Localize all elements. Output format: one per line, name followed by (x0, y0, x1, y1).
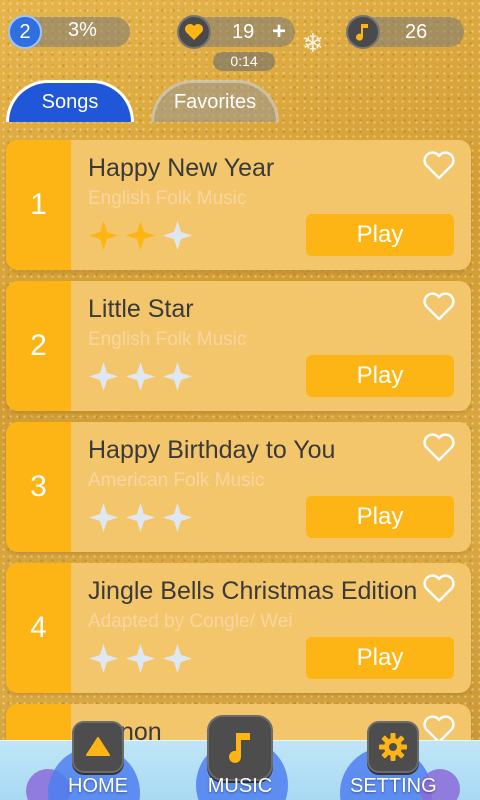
song-number: 4 (6, 563, 71, 693)
song-title: Little Star (88, 295, 194, 323)
star-icon (126, 362, 155, 391)
bottom-nav: HOME MUSIC SETTING (0, 715, 480, 800)
song-card: 3 Happy Birthday to You American Folk Mu… (6, 422, 471, 552)
song-card: 2 Little Star English Folk Music Play (6, 281, 471, 411)
heart-icon (177, 15, 211, 49)
favorite-heart-icon[interactable] (422, 291, 456, 321)
music-note-icon (346, 15, 380, 49)
star-icon (89, 362, 118, 391)
up-arrow-icon (72, 721, 124, 773)
lives-timer: 0:14 (213, 52, 275, 71)
song-number: 1 (6, 140, 71, 270)
star-icon (163, 503, 192, 532)
favorite-heart-icon[interactable] (422, 432, 456, 462)
tab-favorites[interactable]: Favorites (151, 80, 279, 122)
notes-count: 26 (405, 21, 428, 43)
star-icon (126, 503, 155, 532)
play-button[interactable]: Play (306, 214, 454, 256)
nav-home-button[interactable]: HOME (68, 721, 128, 798)
nav-music-button[interactable]: MUSIC (207, 715, 273, 798)
add-lives-button[interactable]: + (272, 18, 286, 46)
song-rating (88, 220, 193, 251)
gear-icon (367, 721, 420, 773)
play-button[interactable]: Play (306, 355, 454, 397)
star-icon (89, 644, 118, 673)
song-number: 2 (6, 281, 71, 411)
star-icon (89, 503, 118, 532)
song-rating (88, 502, 193, 533)
nav-setting-button[interactable]: SETTING (350, 721, 437, 798)
song-artist: American Folk Music (88, 470, 265, 491)
song-rating (88, 361, 193, 392)
favorite-heart-icon[interactable] (422, 573, 456, 603)
level-number: 2 (19, 20, 31, 43)
song-title: Jingle Bells Christmas Edition (88, 577, 418, 605)
nav-setting-label: SETTING (350, 775, 437, 797)
snowflake-icon: ❄ (302, 28, 324, 58)
tab-songs-label: Songs (41, 91, 99, 113)
song-artist: Adapted by Congle/ Wei (88, 611, 293, 632)
star-icon (126, 221, 155, 250)
music-note-icon (207, 715, 273, 781)
song-list[interactable]: 1 Happy New Year English Folk Music Play… (0, 140, 480, 800)
song-title: Happy Birthday to You (88, 436, 336, 464)
nav-home-label: HOME (68, 775, 128, 797)
star-icon (126, 644, 155, 673)
play-button[interactable]: Play (306, 496, 454, 538)
tab-songs[interactable]: Songs (6, 80, 134, 122)
nav-music-label: MUSIC (207, 775, 273, 797)
tab-favorites-label: Favorites (173, 91, 257, 113)
song-number: 3 (6, 422, 71, 552)
favorite-heart-icon[interactable] (422, 150, 456, 180)
song-rating (88, 643, 193, 674)
song-artist: English Folk Music (88, 329, 247, 350)
star-icon (89, 221, 118, 250)
song-title: Happy New Year (88, 154, 275, 182)
lives-count: 19 (232, 21, 255, 43)
status-bar: 2 3% 19 + 0:14 26 ❄ (0, 0, 480, 80)
song-card: 1 Happy New Year English Folk Music Play (6, 140, 471, 270)
level-progress: 3% (68, 19, 97, 41)
song-artist: English Folk Music (88, 188, 247, 209)
star-icon (163, 644, 192, 673)
star-icon (163, 362, 192, 391)
level-badge: 2 (8, 15, 42, 49)
star-icon (163, 221, 192, 250)
play-button[interactable]: Play (306, 637, 454, 679)
song-card: 4 Jingle Bells Christmas Edition Adapted… (6, 563, 471, 693)
